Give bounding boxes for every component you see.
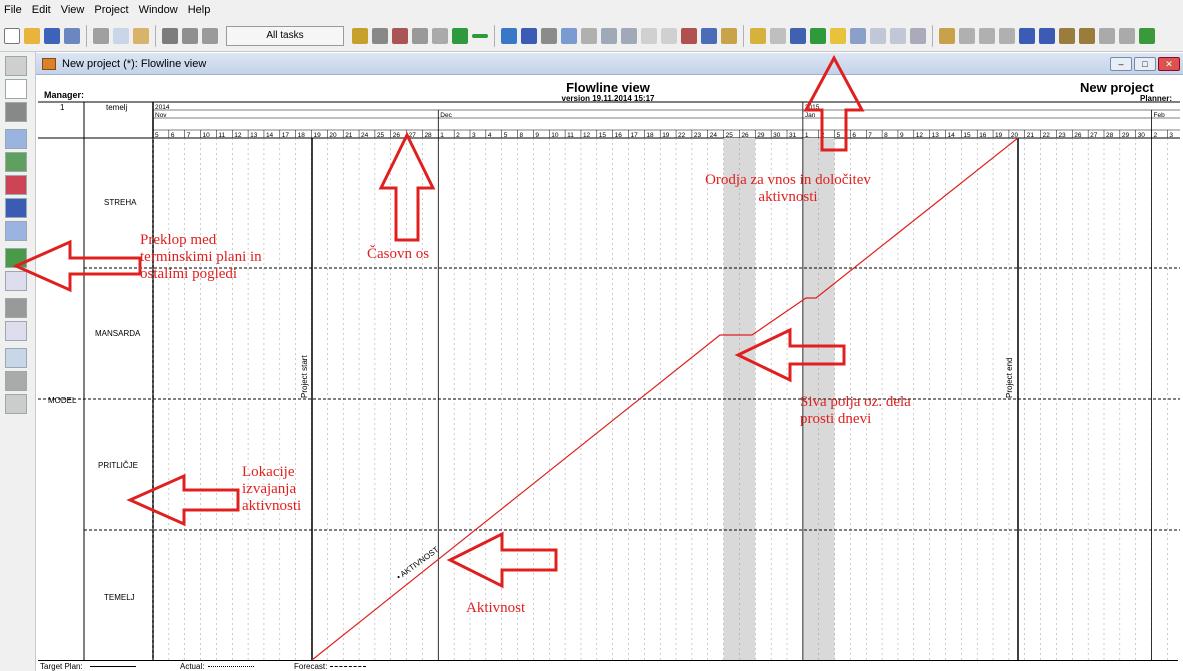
- project-start-label: Project start: [300, 355, 309, 398]
- annotation-arrow-left-switch: [12, 239, 142, 293]
- annotation-axis-text: Časovn os: [367, 246, 430, 262]
- day-label: 5: [504, 132, 508, 139]
- day-label: 22: [1043, 132, 1051, 139]
- day-label: 28: [1106, 132, 1114, 139]
- day-label: 16: [979, 132, 987, 139]
- location-streha-label: STREHA: [104, 198, 137, 207]
- day-label: 12: [583, 132, 591, 139]
- day-label: 17: [631, 132, 639, 139]
- day-label: 14: [266, 132, 274, 139]
- day-label: 24: [710, 132, 718, 139]
- day-label: 19: [995, 132, 1003, 139]
- app-root: File Edit View Project Window Help All t…: [0, 0, 1183, 671]
- location-temelj-label: TEMELJ: [104, 593, 135, 602]
- day-label: 21: [345, 132, 353, 139]
- day-label: 17: [282, 132, 290, 139]
- annotation-switch-text: Preklop med terminskimi plani in ostalim…: [140, 232, 262, 282]
- annotation-grey-text: Siva polja oz. dela prosti dnevi: [800, 394, 911, 427]
- legend-target-label: Target Plan:: [40, 662, 83, 671]
- annotation-tools-text: Orodja za vnos in določitev aktivnosti: [705, 172, 871, 205]
- day-label: 9: [900, 132, 904, 139]
- day-label: 5: [837, 132, 841, 139]
- day-label: 26: [741, 132, 749, 139]
- location-pritlicje-label: PRITLIČJE: [98, 461, 138, 470]
- day-label: 2: [456, 132, 460, 139]
- day-label: 24: [361, 132, 369, 139]
- day-label: 23: [694, 132, 702, 139]
- day-label: 1: [805, 132, 809, 139]
- annotation-activity-text: Aktivnost: [466, 600, 526, 616]
- day-label: 13: [250, 132, 258, 139]
- day-label: 1: [440, 132, 444, 139]
- day-label: 30: [1138, 132, 1146, 139]
- location-model-label: MODEL: [48, 396, 77, 405]
- legend-target-swatch: [90, 666, 136, 667]
- day-label: 25: [377, 132, 385, 139]
- location-mansarda-label: MANSARDA: [95, 329, 141, 338]
- day-label: 3: [472, 132, 476, 139]
- annotation-arrow-left-locations: [126, 473, 240, 527]
- day-label: 11: [567, 132, 574, 139]
- day-label: 7: [187, 132, 191, 139]
- line-legend: Target Plan: Actual: Forecast:: [38, 660, 1178, 671]
- day-label: 18: [646, 132, 654, 139]
- day-label: 13: [932, 132, 940, 139]
- flowline-chart: 5 6 7 10 11 12 13 14 17 18 19 20 21 24 25 26 27 28 1 2 3 4 5 8 9…: [12, 54, 1180, 661]
- day-label: 19: [662, 132, 670, 139]
- day-label: 26: [393, 132, 401, 139]
- day-label: 28: [424, 132, 432, 139]
- year-label: 2014: [155, 104, 170, 111]
- day-label: 20: [329, 132, 337, 139]
- day-label: 21: [1027, 132, 1035, 139]
- annotation-locations-text: Lokacije izvajanja aktivnosti: [242, 464, 302, 514]
- day-label: 11: [218, 132, 225, 139]
- day-label: 2: [1154, 132, 1158, 139]
- day-label: 15: [963, 132, 971, 139]
- day-label: 5: [155, 132, 159, 139]
- day-label: 4: [488, 132, 492, 139]
- day-label: 10: [551, 132, 559, 139]
- day-label: 12: [916, 132, 924, 139]
- day-label: 6: [171, 132, 175, 139]
- month-label: Feb: [1154, 112, 1166, 119]
- day-label: 23: [1058, 132, 1066, 139]
- day-label: 29: [757, 132, 765, 139]
- legend-forecast-label: Forecast:: [294, 662, 328, 671]
- day-label: 3: [1169, 132, 1173, 139]
- annotation-arrow-up-axis: [378, 131, 436, 242]
- day-label: 16: [615, 132, 623, 139]
- day-label: 14: [948, 132, 956, 139]
- day-label: 10: [203, 132, 211, 139]
- day-label: 18: [298, 132, 306, 139]
- day-label: 22: [678, 132, 686, 139]
- month-label: Nov: [155, 112, 167, 119]
- day-label: 15: [599, 132, 607, 139]
- day-label: 29: [1122, 132, 1130, 139]
- legend-forecast-swatch: [330, 666, 366, 667]
- project-end-label: Project end: [1005, 358, 1014, 398]
- day-label: 6: [852, 132, 856, 139]
- day-label: 27: [1090, 132, 1098, 139]
- annotation-arrow-left-activity: [446, 531, 558, 589]
- month-label: Dec: [440, 112, 452, 119]
- day-label: 31: [789, 132, 797, 139]
- legend-actual-label: Actual:: [180, 662, 205, 671]
- month-label: Jan: [805, 112, 816, 119]
- day-label: 26: [1074, 132, 1082, 139]
- day-label: 19: [314, 132, 322, 139]
- day-label: 9: [535, 132, 539, 139]
- day-label: 7: [868, 132, 872, 139]
- day-label: 25: [726, 132, 734, 139]
- day-label: 30: [773, 132, 781, 139]
- legend-actual-swatch: [208, 666, 254, 667]
- day-label: 8: [884, 132, 888, 139]
- day-label: 12: [234, 132, 242, 139]
- day-label: 8: [520, 132, 524, 139]
